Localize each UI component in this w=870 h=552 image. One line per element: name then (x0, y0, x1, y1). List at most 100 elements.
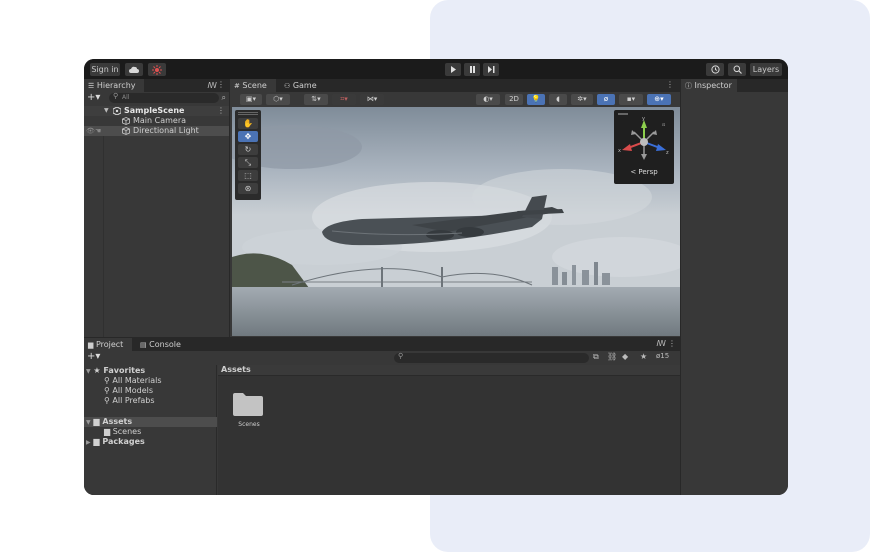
hierarchy-item[interactable]: 👁 ☚ Directional Light (84, 126, 229, 136)
cloud-icon (129, 66, 139, 73)
hidden-objects-toggle[interactable]: ø (597, 94, 615, 105)
effects-dropdown[interactable]: ✲▾ (571, 94, 593, 105)
list-item-label: All Models (112, 386, 154, 395)
step-button[interactable] (483, 63, 499, 76)
tab-project-label: Project (95, 340, 124, 349)
scene-more-icon[interactable]: ⋮ (217, 106, 225, 116)
scale-tool-button[interactable]: ⤡ (238, 157, 258, 168)
star-icon[interactable]: ★ (640, 352, 647, 361)
rect-icon: ⬚ (244, 171, 252, 180)
collab-button[interactable] (148, 63, 166, 76)
search-button[interactable] (728, 63, 746, 76)
render-mode-dropdown[interactable]: ⬡▾ (266, 94, 290, 105)
search-by-label-icon[interactable]: ⛓ (607, 352, 617, 361)
project-search-input[interactable]: ⚲ (394, 352, 589, 363)
collab-icon (152, 65, 162, 75)
hand-icon: ✋ (243, 119, 253, 128)
list-item[interactable]: ⚲ All Models (104, 386, 153, 396)
list-item-label: Scenes (112, 427, 142, 436)
list-item[interactable]: ▆ Scenes (104, 427, 141, 437)
tab-inspector[interactable]: ⓘ Inspector (681, 79, 737, 92)
increment-snap-dropdown[interactable]: ⋈▾ (360, 94, 384, 105)
hierarchy-item-label: Directional Light (133, 126, 199, 135)
tab-project[interactable]: ▆ Project (84, 338, 132, 351)
visibility-eye-icon[interactable]: 👁 (86, 126, 95, 136)
create-plus-button[interactable]: +▾ (87, 92, 100, 104)
play-button[interactable] (445, 63, 461, 76)
move-tool-handle-dropdown[interactable]: ⇅▾ (304, 94, 328, 105)
scene-toolbar: ▣▾ ⬡▾ ⇅▾ ⌗▾ ⋈▾ ◐▾ 2D 💡 ◖ ✲▾ ø ▪▾ ⊕▾ (230, 92, 680, 106)
hierarchy-item[interactable]: Main Camera (84, 116, 229, 126)
effects-icon: ✲▾ (577, 95, 587, 103)
snap-icon: ⋈▾ (366, 95, 378, 103)
more-options-icon[interactable]: ⋮ (666, 80, 674, 89)
tab-console[interactable]: ▤ Console (136, 338, 186, 351)
move-icon: ✥ (244, 132, 252, 141)
rect-tool-button[interactable]: ⬚ (238, 170, 258, 181)
pick-hand-icon[interactable]: ☚ (95, 126, 101, 136)
tab-scene[interactable]: # Scene (230, 79, 276, 92)
folder-tile[interactable]: Scenes (232, 391, 266, 428)
axis-label-z: z (666, 150, 669, 156)
axis-label-x: x (618, 148, 621, 154)
scene-viewport[interactable]: ✋ ✥ ↻ ⤡ ⬚ ⊛ y x z ⊡ < Persp (232, 107, 680, 336)
lock-glyph: ⊡ (662, 122, 665, 127)
create-plus-button[interactable]: +▾ (87, 351, 100, 363)
history-button[interactable] (706, 63, 724, 76)
expand-arrow-icon[interactable]: ▼ (104, 106, 109, 116)
list-item[interactable]: ⚲ All Materials (104, 376, 162, 386)
unity-scene-icon (113, 107, 121, 115)
hierarchy-empty-area (103, 136, 229, 337)
list-item-label: All Materials (112, 376, 162, 385)
search-placeholder: All (122, 94, 130, 101)
cube-icon: ⬡▾ (273, 95, 283, 103)
assets-row[interactable]: ▼ ▆ Assets (84, 417, 217, 427)
rotate-tool-button[interactable]: ↻ (238, 144, 258, 155)
list-item[interactable]: ⚲ All Prefabs (104, 396, 155, 406)
sign-in-button[interactable]: Sign in (90, 63, 120, 76)
more-options-icon[interactable]: ⋮ (668, 339, 676, 348)
hierarchy-search-input[interactable]: ⚲ All (109, 92, 219, 103)
more-options-icon[interactable]: ⋮ (217, 80, 225, 89)
pause-button[interactable] (464, 63, 480, 76)
orientation-gizmo[interactable]: y x z ⊡ < Persp (614, 110, 674, 184)
tab-hierarchy[interactable]: ☰ Hierarchy (84, 79, 144, 92)
transform-icon: ⊛ (244, 184, 252, 193)
2d-toggle[interactable]: 2D (505, 94, 523, 105)
play-icon (450, 66, 456, 73)
lock-icon[interactable]: ꟿ (207, 81, 217, 90)
inspector-panel: ⓘ Inspector (681, 79, 788, 495)
scene-row[interactable]: ▼ SampleScene ⋮ (84, 106, 229, 116)
draw-mode-dropdown[interactable]: ▣▾ (240, 94, 262, 105)
scene-visibility-icon[interactable]: ⌕ (222, 93, 226, 103)
tab-game[interactable]: ⚇ Game (280, 79, 326, 92)
layers-dropdown[interactable]: Layers (750, 63, 782, 76)
list-item-label: All Prefabs (112, 396, 155, 405)
packages-row[interactable]: ▶ ▆ Packages (86, 437, 145, 447)
search-by-type-icon[interactable]: ⧉ (593, 352, 599, 362)
drag-handle[interactable] (238, 112, 258, 115)
gizmos-dropdown[interactable]: ⊕▾ (647, 94, 671, 105)
favorites-row[interactable]: ▼ ★ Favorites (86, 366, 145, 376)
tag-icon[interactable]: ◆ (622, 352, 628, 361)
top-toolbar: Sign in Layers (84, 59, 788, 79)
lighting-toggle[interactable]: 💡 (527, 94, 545, 105)
local-global-dropdown[interactable]: ⌗▾ (332, 94, 356, 105)
lock-icon[interactable]: ꟿ (656, 339, 666, 348)
search-icon (733, 65, 742, 74)
persp-label[interactable]: < Persp (614, 168, 674, 176)
cloud-button[interactable] (125, 63, 143, 76)
info-icon: ⓘ (685, 82, 692, 90)
hidden-packages-toggle[interactable]: ø15 (656, 352, 669, 360)
console-icon: ▤ (140, 341, 147, 349)
camera-dropdown[interactable]: ▪▾ (619, 94, 643, 105)
audio-toggle[interactable]: ◖ (549, 94, 567, 105)
breadcrumb-assets[interactable]: Assets (221, 365, 251, 375)
shading-mode-dropdown[interactable]: ◐▾ (476, 94, 500, 105)
hierarchy-panel: ☰ Hierarchy ꟿ ⋮ +▾ ⚲ All ⌕ ▼ SampleScene… (84, 79, 229, 337)
move-tool-button[interactable]: ✥ (238, 131, 258, 142)
transform-tool-button[interactable]: ⊛ (238, 183, 258, 194)
hand-tool-button[interactable]: ✋ (238, 118, 258, 129)
gameobject-cube-icon (122, 127, 130, 135)
snap-grid-icon: ⌗▾ (340, 95, 348, 103)
